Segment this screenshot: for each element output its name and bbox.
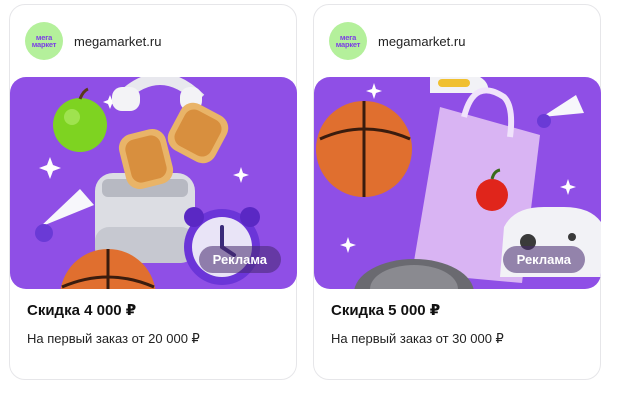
ad-badge: Реклама [198,246,281,273]
ad-banner-image[interactable]: Реклама [10,77,297,289]
shuttlecock-icon [537,95,584,128]
apple-icon [53,87,107,152]
advertiser[interactable]: мега маркет megamarket.ru [329,22,465,60]
ad-title[interactable]: Скидка 4 000 ₽ [27,301,136,319]
megamarket-logo: мега маркет [329,22,367,60]
ad-subtitle: На первый заказ от 30 000 ₽ [331,331,504,346]
ad-subtitle: На первый заказ от 20 000 ₽ [27,331,200,346]
ad-badge: Реклама [502,246,585,273]
shuttlecock-icon [35,189,94,242]
logo-text-line2: маркет [31,40,57,49]
ad-banner-image[interactable]: Реклама [314,77,601,289]
ad-card-2[interactable]: мега маркет megamarket.ru Реклама Скидка… [313,4,601,380]
advertiser[interactable]: мега маркет megamarket.ru [25,22,161,60]
megamarket-logo: мега маркет [25,22,63,60]
basketball-icon [316,101,412,197]
ad-card-1[interactable]: мега маркет megamarket.ru Реклама Скидка… [9,4,297,380]
advertiser-domain[interactable]: megamarket.ru [74,34,161,49]
logo-text-line2: маркет [335,40,361,49]
ad-title[interactable]: Скидка 5 000 ₽ [331,301,440,319]
advertiser-domain[interactable]: megamarket.ru [378,34,465,49]
